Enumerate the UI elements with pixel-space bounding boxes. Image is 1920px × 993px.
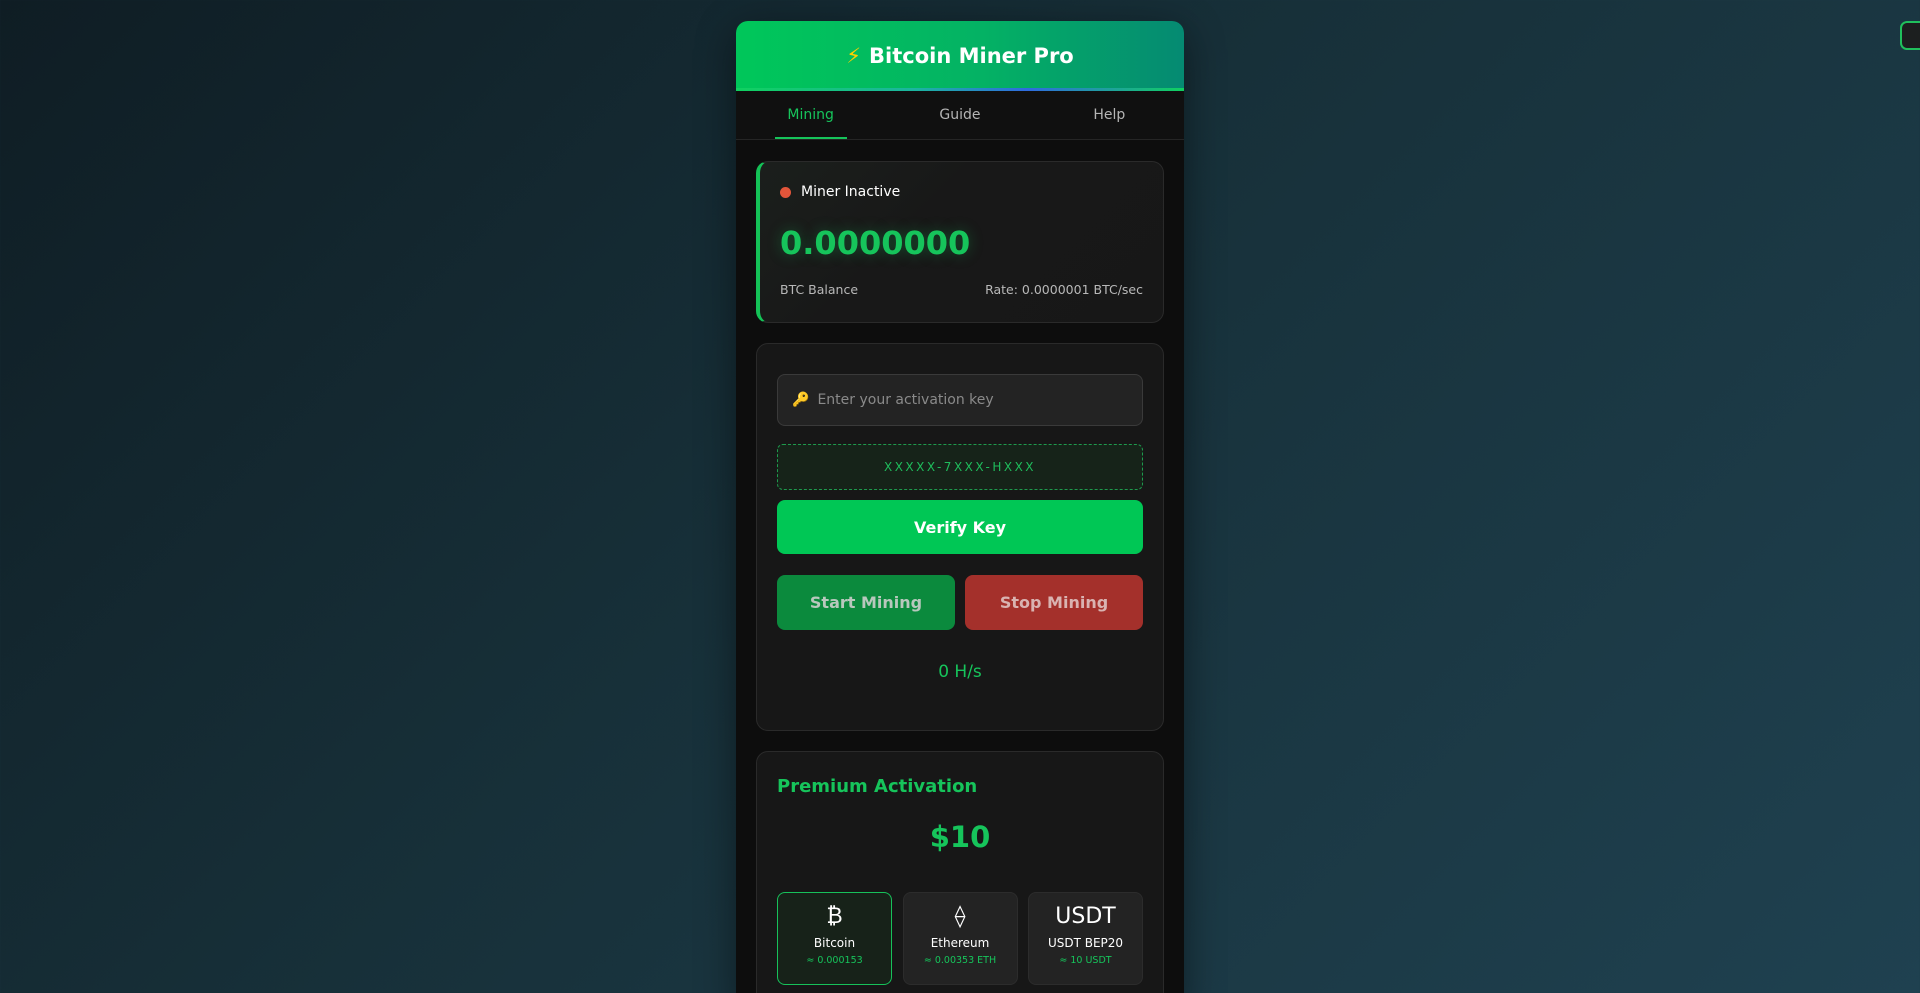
premium-price: $10	[929, 820, 991, 854]
coin-name: USDT BEP20	[1047, 936, 1124, 950]
coin-name: Ethereum	[930, 936, 990, 950]
btc-balance-value: 0.0000000	[780, 224, 971, 262]
mining-controls-card: 🔑 XXXXX-7XXX-HXXX Verify Key Start Minin…	[756, 343, 1164, 731]
app-header: ⚡ Bitcoin Miner Pro	[736, 21, 1184, 91]
status-dot-icon	[780, 186, 791, 198]
mining-rate: Rate: 0.0000001 BTC/sec	[985, 282, 1143, 297]
tab-mining[interactable]: Mining	[736, 91, 885, 139]
bitcoin-icon: ₿	[826, 904, 843, 929]
payment-coin-options: ₿ Bitcoin ≈ 0.000153 ⟠ Ethereum ≈ 0.0035…	[777, 892, 1143, 985]
start-mining-button[interactable]: Start Mining	[777, 575, 955, 630]
activation-key-field[interactable]: 🔑	[777, 374, 1143, 426]
miner-status: Miner Inactive	[780, 184, 900, 200]
coin-option-ethereum[interactable]: ⟠ Ethereum ≈ 0.00353 ETH	[902, 892, 1018, 985]
app-title: Bitcoin Miner Pro	[869, 44, 1074, 68]
coin-option-usdt[interactable]: USDT USDT BEP20 ≈ 10 USDT	[1028, 892, 1143, 985]
verify-key-button[interactable]: Verify Key	[777, 500, 1143, 554]
coin-option-bitcoin[interactable]: ₿ Bitcoin ≈ 0.000153	[777, 892, 892, 985]
lightning-icon: ⚡	[846, 44, 862, 68]
usdt-icon: USDT	[1055, 904, 1116, 929]
miner-status-card: Miner Inactive 0.0000000 BTC Balance Rat…	[756, 161, 1164, 323]
coin-amount: ≈ 10 USDT	[1059, 955, 1112, 966]
key-icon: 🔑	[792, 392, 810, 408]
stop-mining-button[interactable]: Stop Mining	[965, 575, 1143, 630]
premium-title: Premium Activation	[777, 776, 978, 797]
tab-help[interactable]: Help	[1035, 91, 1184, 139]
premium-activation-card: Premium Activation $10 ₿ Bitcoin ≈ 0.000…	[756, 751, 1164, 993]
key-format-hint: XXXXX-7XXX-HXXX	[777, 444, 1143, 490]
activation-key-input[interactable]	[815, 391, 1142, 409]
tab-bar: Mining Guide Help	[736, 91, 1184, 140]
side-toggle-tab[interactable]	[1900, 21, 1920, 50]
ethereum-icon: ⟠	[954, 904, 966, 929]
btc-balance-label: BTC Balance	[780, 282, 859, 297]
coin-amount: ≈ 0.00353 ETH	[923, 955, 997, 966]
coin-name: Bitcoin	[813, 936, 856, 950]
miner-app-panel: ⚡ Bitcoin Miner Pro Mining Guide Help Mi…	[736, 21, 1184, 993]
hashrate-display: 0 H/s	[938, 662, 982, 682]
status-label: Miner Inactive	[801, 184, 901, 200]
coin-amount: ≈ 0.000153	[806, 955, 863, 966]
tab-guide[interactable]: Guide	[885, 91, 1034, 139]
